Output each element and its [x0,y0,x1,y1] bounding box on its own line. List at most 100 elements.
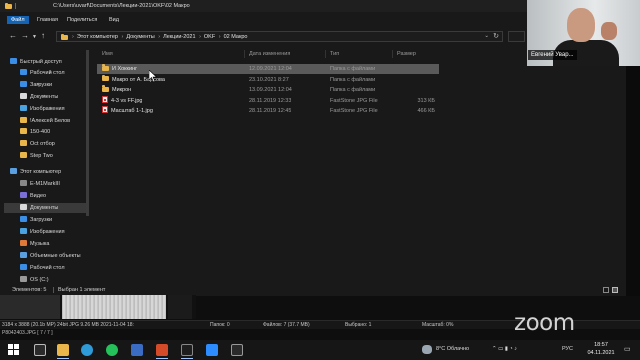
sidebar-item[interactable]: OS (C:) [20,275,49,285]
tab-file[interactable]: Файл [7,16,29,24]
sidebar-item[interactable]: E-M1MarkIII [20,179,60,189]
breadcrumb-documents[interactable]: Документы [126,34,154,40]
video-icon [20,192,27,198]
tab-share[interactable]: Поделиться [63,16,101,24]
clock[interactable]: 18:57 04.11.2021 [586,342,616,357]
documents-icon [20,93,27,99]
folder-icon [20,140,27,146]
thumbnail[interactable] [0,295,60,319]
navigation-pane-scrollbar[interactable] [86,50,89,216]
column-divider[interactable] [244,50,245,58]
camera-icon [20,180,27,186]
sidebar-item[interactable]: Объемные объекты [20,251,81,261]
search-input[interactable] [508,31,525,42]
sidebar-item[interactable]: Изображения ✦ [20,104,65,114]
sidebar-item-label: Загрузки [30,217,53,223]
faststone-viewer-icon[interactable] [156,344,168,356]
status-divider [53,287,54,293]
active-indicator [181,358,193,359]
folder-icon [102,74,109,81]
sidebar-item[interactable]: Рабочий стол [20,263,65,273]
zoom-app-icon[interactable] [206,344,218,356]
notifications-icon[interactable]: ▭ [624,345,631,353]
pin-icon[interactable]: ✦ [48,104,52,114]
breadcrumb-macro[interactable]: 02 Макро [224,34,248,40]
pin-icon[interactable]: ✦ [48,68,52,78]
column-header-name[interactable]: Имя [102,51,113,57]
file-explorer-taskbar-icon[interactable] [57,344,69,356]
file-name-cell: Микрон [102,85,131,95]
tab-view[interactable]: Вид [105,16,123,24]
breadcrumb-separator-icon: › [218,34,221,40]
breadcrumb-lectures[interactable]: Лекции-2021 [163,34,195,40]
breadcrumb-this-pc[interactable]: Этот компьютер [77,34,118,40]
up-arrow-icon[interactable]: ↑ [41,31,45,40]
column-header-date[interactable]: Дата изменения [249,51,290,57]
edge-browser-icon[interactable] [81,344,93,356]
file-size: 466 КБ [417,108,435,114]
sidebar-item[interactable]: Загрузки [20,215,52,225]
input-language[interactable]: РУС [562,346,573,352]
sidebar-item[interactable]: Документы ✦ [20,92,58,102]
thumbnail[interactable] [168,295,192,319]
breadcrumb-okf[interactable]: OKF [204,34,215,40]
sidebar-item[interactable]: Загрузки ✦ [20,80,52,90]
forward-arrow-icon[interactable]: → [21,31,29,40]
sidebar-item[interactable]: Step Two [20,151,53,161]
camera-app-icon[interactable] [231,344,243,356]
sidebar-item[interactable]: !Алексей Белов [20,116,70,126]
tray-icons[interactable]: ⌃ ▭ ▮ ◔ ♪ [492,346,517,352]
column-divider[interactable] [325,50,326,58]
sidebar-item[interactable]: Документы [4,203,86,213]
file-name: И Хоккинг [112,66,138,72]
sidebar-item-label: Oct отбор [30,141,55,147]
whatsapp-icon[interactable] [106,344,118,356]
video-tile[interactable]: Евгений Увар... [527,0,640,66]
sidebar-item-label: Видео [30,193,47,199]
sidebar-item[interactable]: Изображения [20,227,65,237]
zoom-watermark-logo: zoom [514,310,575,336]
sidebar-item[interactable]: Музыка [20,239,49,249]
column-header-type[interactable]: Тип [330,51,339,57]
details-view-icon[interactable] [603,287,609,293]
file-type: Папка с файлами [330,66,376,72]
large-icons-view-icon[interactable] [612,287,618,293]
file-row[interactable]: Масштаб 1-1.jpg 28.11.2019 12:45 FastStone… [97,106,439,116]
photos-app-icon[interactable] [131,344,143,356]
pin-icon[interactable]: ✦ [42,92,46,102]
file-date: 28.11.2019 12:45 [249,108,292,114]
thumbnail-strip [0,295,196,319]
weather-text[interactable]: 8°C Облачно [436,346,469,352]
back-arrow-icon[interactable]: ← [9,31,17,40]
file-row[interactable]: 4-3 vs FF.jpg 28.11.2019 12:33 FastStone J… [97,95,439,106]
sidebar-item[interactable]: Oct отбор [20,139,55,149]
tab-home[interactable]: Главная [33,16,62,24]
sidebar-item-label: Рабочий стол [30,70,65,76]
sidebar-item[interactable]: Рабочий стол ✦ [20,68,65,78]
sidebar-item[interactable]: 150-400 [20,127,50,137]
windows-start-icon[interactable] [8,344,20,356]
jpg-file-icon [102,106,108,113]
column-header-size[interactable]: Размер [397,51,416,57]
address-bar[interactable]: › Этот компьютер › Документы › Лекции-2021 … [56,31,503,42]
file-type: FastStone JPG File [330,108,378,114]
folder-icon [20,152,27,158]
recent-locations-chevron-icon[interactable]: ▼ [32,33,37,42]
app-taskbar-icon[interactable] [181,344,193,356]
sidebar-item[interactable]: Быстрый доступ [10,57,62,67]
sidebar-item-label: E-M1MarkIII [30,181,60,187]
sidebar-item[interactable]: Видео [20,191,46,201]
task-view-icon[interactable] [34,344,46,356]
column-divider[interactable] [392,50,393,58]
address-dropdown-chevron-icon[interactable]: ⌄ [484,33,489,39]
item-count: Элементов: 5 [12,287,47,293]
sidebar-item[interactable]: Этот компьютер [10,167,61,177]
speaker-head [567,8,595,42]
cloud-weather-icon[interactable] [422,345,432,354]
refresh-icon[interactable]: ↻ [493,32,499,40]
file-row[interactable]: Микрон 13.09.2021 12:04 Папка с файлами [97,85,439,95]
file-name: 4-3 vs FF.jpg [111,97,143,104]
thumbnail-selected[interactable] [62,295,166,319]
desktop-icon [20,264,27,270]
pin-icon[interactable]: ✦ [36,80,40,90]
